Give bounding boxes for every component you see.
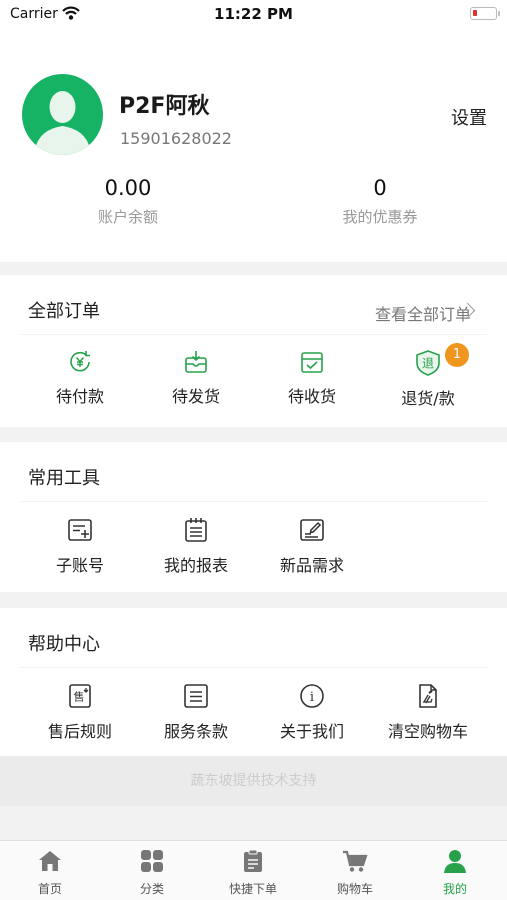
avatar[interactable]	[22, 74, 103, 155]
order-status-label: 退货/款	[401, 389, 455, 408]
settings-button[interactable]: 设置	[451, 104, 487, 130]
tool-new-product-request[interactable]: 新品需求	[257, 516, 367, 576]
balance-stat[interactable]: 0.00 账户余额	[48, 176, 208, 227]
home-icon	[39, 851, 61, 871]
order-status-to-receive[interactable]: 待收货	[257, 349, 367, 407]
divider	[20, 667, 487, 668]
order-status-to-ship[interactable]: 待发货	[141, 349, 251, 407]
clear-cart-icon	[419, 684, 437, 708]
help-about-us[interactable]: i 关于我们	[257, 682, 367, 742]
help-after-sales-rules[interactable]: 售 售后规则	[25, 682, 135, 742]
clipboard-icon	[244, 849, 262, 872]
order-status-label: 待发货	[171, 387, 220, 406]
cart-icon	[343, 850, 368, 872]
battery-icon	[470, 7, 500, 20]
edit-note-icon	[300, 519, 324, 541]
order-status-label: 待收货	[287, 387, 336, 406]
terms-icon	[184, 684, 208, 708]
help-card: 帮助中心 售 售后规则 服务条款 i 关于我们 清空购物车	[0, 608, 507, 756]
order-status-pending-payment[interactable]: 待付款	[25, 349, 135, 407]
delivery-box-icon	[301, 352, 323, 373]
package-icon	[185, 351, 207, 373]
order-status-refund[interactable]: 退 1 退货/款	[373, 343, 483, 409]
tool-label: 新品需求	[279, 556, 344, 575]
category-grid-icon	[141, 850, 163, 872]
status-time: 11:22 PM	[214, 5, 293, 23]
user-name: P2F阿秋	[119, 94, 210, 119]
tool-label: 我的报表	[163, 556, 228, 575]
return-shield-icon: 退	[416, 350, 440, 376]
help-label: 服务条款	[163, 722, 228, 741]
after-sales-icon-char: 售	[74, 690, 85, 704]
orders-title: 全部订单	[28, 301, 100, 322]
tab-category[interactable]: 分类	[102, 849, 202, 897]
view-all-orders-link[interactable]: 查看全部订单	[375, 301, 471, 325]
user-phone: 15901628022	[120, 129, 232, 148]
report-icon	[185, 518, 207, 542]
default-avatar-icon	[34, 91, 91, 155]
help-title: 帮助中心	[28, 634, 100, 655]
profile-card: P2F阿秋 15901628022 设置 0.00 账户余额 0 我的优惠券	[0, 30, 507, 262]
yuan-refresh-icon	[70, 351, 90, 372]
status-bar: Carrier 11:22 PM	[0, 0, 507, 30]
tab-mine[interactable]: 我的	[405, 849, 505, 897]
tool-my-reports[interactable]: 我的报表	[141, 516, 251, 576]
divider	[20, 334, 487, 335]
tool-label: 子账号	[55, 556, 104, 575]
tab-quick-order[interactable]: 快捷下单	[203, 849, 303, 897]
add-list-icon	[68, 519, 92, 541]
tool-sub-account[interactable]: 子账号	[25, 516, 135, 576]
user-icon	[444, 850, 466, 873]
help-label: 清空购物车	[387, 722, 468, 741]
help-label: 关于我们	[279, 722, 344, 741]
refund-count-badge: 1	[445, 343, 469, 367]
tech-support-note: 蔬东坡提供技术支持	[0, 756, 507, 806]
orders-card: 全部订单 查看全部订单 待付款 待发货 待收货 退 1 退货/款	[0, 275, 507, 427]
tab-label: 分类	[139, 882, 164, 896]
tools-title: 常用工具	[28, 468, 100, 489]
coupon-stat[interactable]: 0 我的优惠券	[300, 176, 460, 227]
balance-value: 0.00	[104, 176, 152, 200]
after-sales-icon: 售	[69, 684, 91, 708]
tab-cart[interactable]: 购物车	[305, 849, 405, 897]
tab-home[interactable]: 首页	[0, 849, 100, 897]
info-icon-char: i	[310, 690, 314, 705]
coupon-value: 0	[373, 176, 387, 200]
tab-label: 购物车	[336, 882, 373, 896]
help-clear-cart[interactable]: 清空购物车	[373, 682, 483, 742]
divider	[20, 501, 487, 502]
bottom-tab-bar: 首页 分类 快捷下单 购物车 我的	[0, 840, 507, 900]
return-icon-char: 退	[422, 357, 434, 371]
info-icon: i	[300, 684, 324, 708]
tab-label: 我的	[442, 882, 467, 896]
tools-card: 常用工具 子账号 我的报表 新品需求	[0, 442, 507, 592]
help-terms-of-service[interactable]: 服务条款	[141, 682, 251, 742]
help-label: 售后规则	[47, 722, 112, 741]
order-status-label: 待付款	[55, 387, 104, 406]
tab-label: 首页	[37, 882, 62, 896]
balance-label: 账户余额	[97, 208, 158, 226]
tab-label: 快捷下单	[228, 882, 277, 896]
coupon-label: 我的优惠券	[342, 208, 418, 226]
